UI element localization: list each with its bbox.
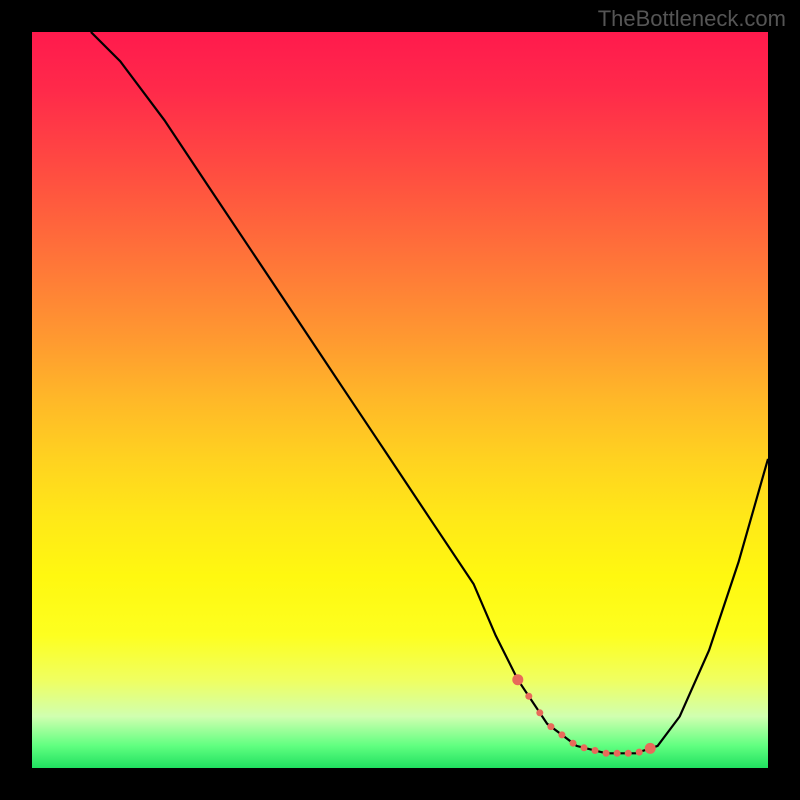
bottleneck-curve [32, 32, 768, 768]
watermark-text: TheBottleneck.com [598, 6, 786, 32]
chart-plot-area [32, 32, 768, 768]
